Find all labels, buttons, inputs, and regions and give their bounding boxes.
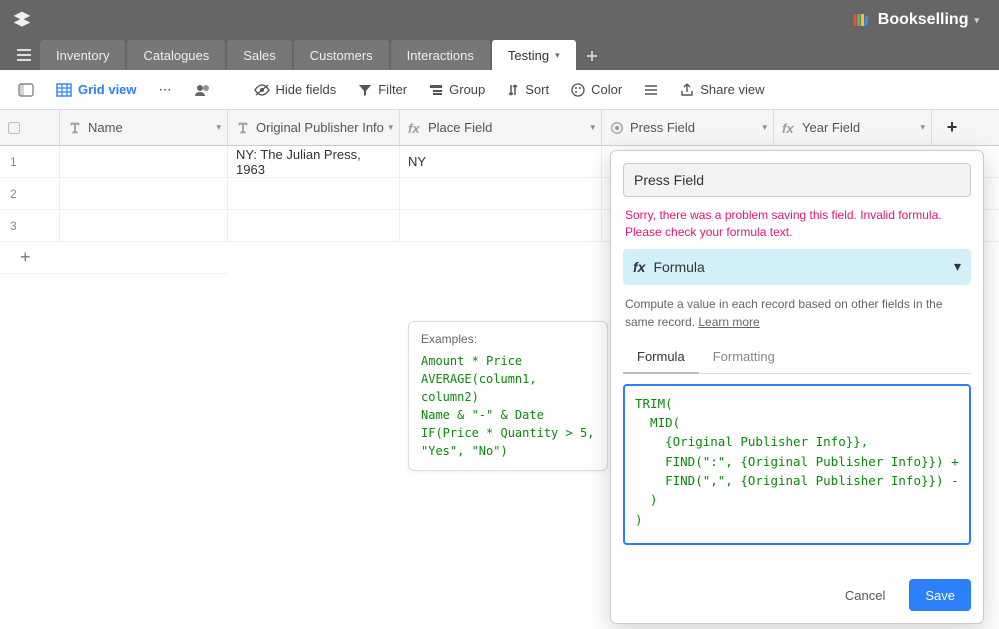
row-number[interactable]: 3	[0, 210, 60, 241]
learn-more-link[interactable]: Learn more	[698, 315, 759, 329]
group-button[interactable]: Group	[421, 78, 493, 101]
tab-inventory[interactable]: Inventory	[40, 40, 125, 70]
filter-button[interactable]: Filter	[350, 78, 415, 101]
formula-examples-tooltip: Examples: Amount * Price AVERAGE(column1…	[408, 321, 608, 471]
cell-name[interactable]	[60, 178, 228, 209]
tab-testing[interactable]: Testing▾	[492, 40, 576, 70]
grid-icon	[56, 83, 72, 97]
chevron-down-icon: ▾	[974, 15, 979, 26]
hamburger-menu-button[interactable]	[8, 40, 40, 70]
row-number[interactable]: 2	[0, 178, 60, 209]
error-message: Sorry, there was a problem saving this f…	[625, 207, 969, 241]
formula-type-icon: fx	[633, 259, 645, 275]
examples-title: Examples:	[421, 332, 595, 346]
paint-icon	[571, 83, 585, 97]
chevron-down-icon: ▾	[762, 122, 767, 133]
cell-place-field[interactable]: NY	[400, 146, 602, 177]
toggle-sidebar-button[interactable]	[10, 79, 42, 101]
field-type-selector[interactable]: fx Formula ▾	[623, 249, 971, 285]
table-tabs-bar: Inventory Catalogues Sales Customers Int…	[0, 40, 999, 70]
formula-type-icon: fx	[408, 121, 422, 135]
base-name: Bookselling	[878, 11, 969, 29]
add-table-button[interactable]	[578, 42, 606, 70]
helper-text: Compute a value in each record based on …	[625, 295, 969, 331]
chevron-down-icon: ▾	[590, 122, 595, 133]
column-header-year-field[interactable]: fx Year Field▾	[774, 110, 932, 145]
sort-icon	[507, 83, 519, 97]
cell-original-publisher[interactable]	[228, 178, 400, 209]
row-height-icon	[644, 84, 658, 96]
chevron-down-icon: ▾	[954, 258, 961, 275]
column-header-place-field[interactable]: fx Place Field▾	[400, 110, 602, 145]
subtab-formula[interactable]: Formula	[623, 341, 699, 374]
cell-name[interactable]	[60, 210, 228, 241]
share-view-button[interactable]: Share view	[672, 78, 772, 101]
text-type-icon	[68, 121, 82, 135]
add-row-button[interactable]: +	[0, 242, 228, 274]
config-subtabs: Formula Formatting	[623, 341, 971, 374]
view-name: Grid view	[78, 82, 137, 97]
tab-catalogues[interactable]: Catalogues	[127, 40, 225, 70]
filter-icon	[358, 84, 372, 96]
row-number[interactable]: 1	[0, 146, 60, 177]
save-button[interactable]: Save	[909, 579, 971, 611]
examples-code: Amount * Price AVERAGE(column1, column2)…	[421, 352, 595, 460]
add-field-button[interactable]: +	[932, 110, 972, 145]
sort-button[interactable]: Sort	[499, 78, 557, 101]
dialog-actions: Cancel Save	[623, 579, 971, 611]
collaborators-button[interactable]	[186, 79, 220, 101]
cell-place-field[interactable]	[400, 178, 602, 209]
view-toolbar: Grid view ⋯ Hide fields Filter Group Sor…	[0, 70, 999, 110]
tab-sales[interactable]: Sales	[227, 40, 292, 70]
cancel-button[interactable]: Cancel	[829, 579, 901, 611]
formula-type-icon: fx	[782, 121, 796, 135]
chevron-down-icon: ▾	[216, 122, 221, 133]
group-icon	[429, 84, 443, 96]
formula-code[interactable]: TRIM( MID( {Original Publisher Info}}, F…	[635, 394, 959, 538]
column-header-press-field[interactable]: Press Field▾	[602, 110, 774, 145]
people-icon	[194, 83, 212, 97]
cell-original-publisher[interactable]: NY: The Julian Press, 1963	[228, 146, 400, 177]
tab-customers[interactable]: Customers	[294, 40, 389, 70]
color-button[interactable]: Color	[563, 78, 630, 101]
eye-off-icon	[254, 84, 270, 96]
plus-icon	[586, 50, 598, 62]
view-options-button[interactable]: ⋯	[151, 78, 180, 102]
field-config-popover: Sorry, there was a problem saving this f…	[610, 150, 984, 624]
base-selector[interactable]: Bookselling ▾	[844, 7, 987, 33]
app-top-bar: Bookselling ▾	[0, 0, 999, 40]
app-logo-icon	[12, 10, 32, 30]
select-all-checkbox[interactable]	[0, 110, 60, 145]
dots-icon: ⋯	[159, 82, 172, 98]
cell-original-publisher[interactable]	[228, 210, 400, 241]
share-icon	[680, 83, 694, 97]
column-header-original-publisher[interactable]: Original Publisher Info▾	[228, 110, 400, 145]
subtab-formatting[interactable]: Formatting	[699, 341, 789, 373]
grid-column-header: Name▾ Original Publisher Info▾ fx Place …	[0, 110, 999, 146]
column-header-name[interactable]: Name▾	[60, 110, 228, 145]
cell-name[interactable]	[60, 146, 228, 177]
books-icon	[852, 11, 870, 29]
chevron-down-icon: ▾	[555, 50, 560, 61]
text-type-icon	[236, 121, 250, 135]
formula-editor[interactable]: TRIM( MID( {Original Publisher Info}}, F…	[623, 384, 971, 546]
tab-interactions[interactable]: Interactions	[391, 40, 490, 70]
hamburger-icon	[16, 48, 32, 62]
chevron-down-icon: ▾	[388, 122, 393, 133]
chevron-down-icon: ▾	[920, 122, 925, 133]
cell-place-field[interactable]	[400, 210, 602, 241]
hide-fields-button[interactable]: Hide fields	[246, 78, 345, 101]
sidebar-icon	[18, 83, 34, 97]
row-height-button[interactable]	[636, 80, 666, 100]
lookup-type-icon	[610, 121, 624, 135]
field-name-input[interactable]	[623, 163, 971, 197]
view-selector[interactable]: Grid view	[48, 78, 145, 101]
